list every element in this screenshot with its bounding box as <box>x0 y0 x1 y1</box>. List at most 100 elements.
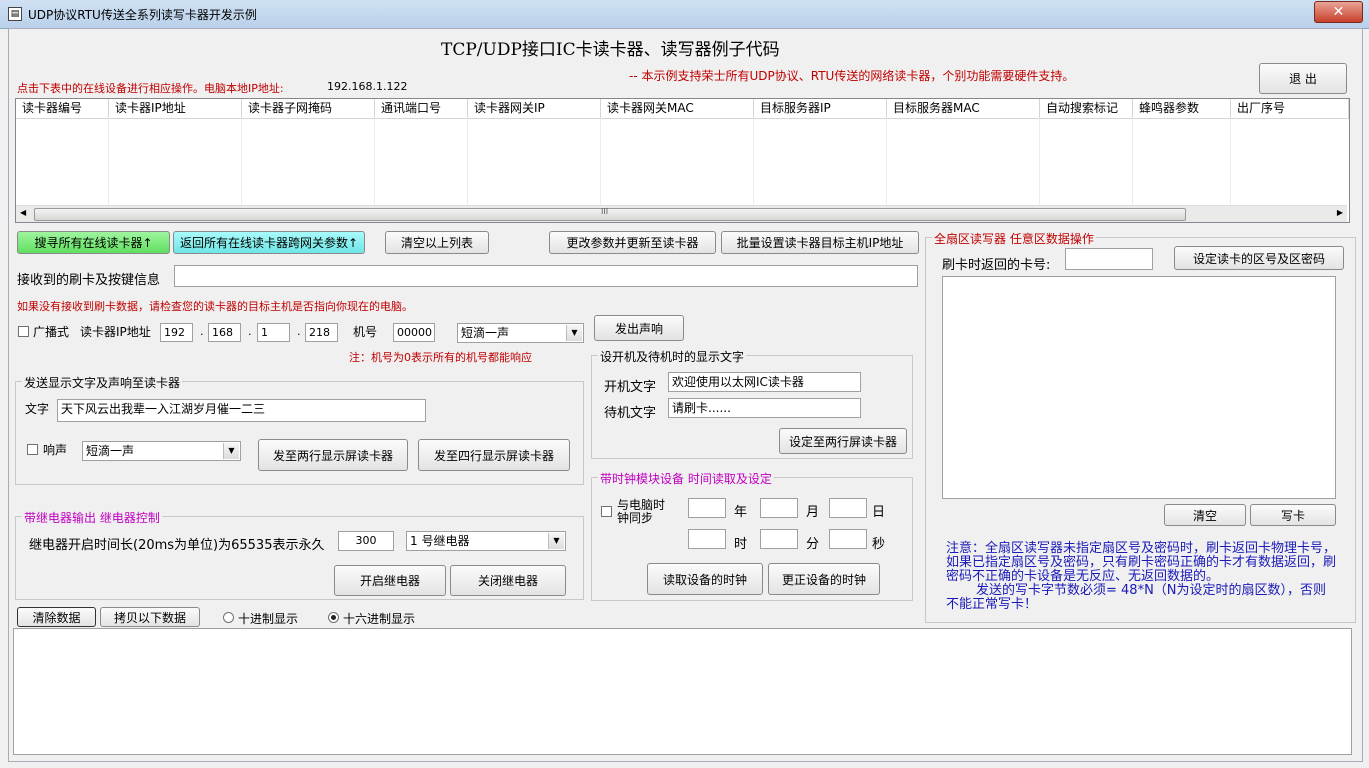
column-header[interactable]: 出厂序号 <box>1231 99 1349 118</box>
column-header[interactable]: 目标服务器MAC <box>887 99 1040 118</box>
ip-octet-3[interactable]: 1 <box>257 323 290 342</box>
sector-data-area[interactable] <box>942 276 1336 499</box>
decimal-radio[interactable] <box>223 612 234 623</box>
chevron-down-icon[interactable]: ▼ <box>548 533 564 549</box>
clear-sector-button[interactable]: 清空 <box>1164 504 1246 526</box>
column-header[interactable]: 读卡器网关IP <box>468 99 601 118</box>
sound-select-value: 短滴一声 <box>86 444 135 458</box>
display-text-field[interactable]: 天下风云出我辈一入江湖岁月催一二三 <box>57 399 426 422</box>
update-params-button[interactable]: 更改参数并更新至读卡器 <box>549 231 716 254</box>
set-clock-button[interactable]: 更正设备的时钟 <box>768 563 880 595</box>
column-header[interactable]: 读卡器子网掩码 <box>242 99 375 118</box>
standby-text-label: 待机文字 <box>604 406 657 421</box>
local-ip: 192.168.1.122 <box>327 80 408 93</box>
set-boot-text-button[interactable]: 设定至两行屏读卡器 <box>779 428 907 454</box>
send-two-line-button[interactable]: 发至两行显示屏读卡器 <box>258 439 408 471</box>
month-unit: 月 <box>806 505 820 520</box>
column-header[interactable]: 蜂鸣器参数 <box>1133 99 1231 118</box>
boot-group-title: 设开机及待机时的显示文字 <box>598 348 747 365</box>
sound-label: 响声 <box>43 443 68 457</box>
boot-text-label: 开机文字 <box>604 380 657 395</box>
return-gateway-params-button[interactable]: 返回所有在线读卡器跨网关参数↑ <box>173 231 365 254</box>
relay-duration-field[interactable]: 300 <box>338 531 394 551</box>
app-icon: ▤ <box>8 7 22 21</box>
text-label: 文字 <box>25 402 50 416</box>
column-header[interactable]: 读卡器IP地址 <box>109 99 242 118</box>
open-relay-button[interactable]: 开启继电器 <box>334 565 446 596</box>
relay-select[interactable]: 1 号继电器 ▼ <box>406 531 566 551</box>
hint-right: -- 本示例支持荣士所有UDP协议、RTU传送的网络读卡器，个别功能需要硬件支持… <box>629 69 1075 83</box>
display-group-title: 发送显示文字及声响至读卡器 <box>22 374 183 391</box>
search-readers-button[interactable]: 搜寻所有在线读卡器↑ <box>17 231 170 254</box>
client-area: TCP/UDP接口IC卡读卡器、读写器例子代码 点击下表中的在线设备进行相应操作… <box>8 28 1363 762</box>
table-header: 读卡器编号 读卡器IP地址 读卡器子网掩码 通讯端口号 读卡器网关IP 读卡器网… <box>16 99 1349 119</box>
column-header[interactable]: 读卡器网关MAC <box>601 99 754 118</box>
relay-duration-label: 继电器开启时间长(20ms为单位)为65535表示永久 <box>29 538 325 553</box>
column-header[interactable]: 自动搜索标记 <box>1040 99 1133 118</box>
boot-text-group: 设开机及待机时的显示文字 开机文字 欢迎使用以太网IC读卡器 待机文字 请刷卡.… <box>591 348 913 459</box>
standby-text-field[interactable]: 请刷卡...... <box>668 398 861 418</box>
sound-select[interactable]: 短滴一声 ▼ <box>82 441 241 461</box>
clock-group-title: 带时钟模块设备 时间读取及设定 <box>598 470 774 487</box>
minute-field[interactable] <box>760 529 798 549</box>
sound-checkbox[interactable] <box>27 444 38 455</box>
machine-no-label: 机号 <box>353 325 378 339</box>
ip-separator: . <box>200 325 204 338</box>
chevron-down-icon[interactable]: ▼ <box>223 443 239 459</box>
close-button[interactable]: ✕ <box>1314 1 1363 23</box>
second-field[interactable] <box>829 529 867 549</box>
read-clock-button[interactable]: 读取设备的时钟 <box>647 563 763 595</box>
set-sector-key-button[interactable]: 设定读卡的区号及区密码 <box>1174 246 1344 270</box>
chevron-down-icon[interactable]: ▼ <box>566 325 582 341</box>
page-title: TCP/UDP接口IC卡读卡器、读写器例子代码 <box>441 40 780 60</box>
log-area[interactable] <box>13 628 1352 755</box>
sector-note-2: 发送的写卡字节数必须= 48*N（N为设定时的扇区数），否则不能正常写卡！ <box>946 583 1327 612</box>
receive-label: 接收到的刷卡及按键信息 <box>17 273 161 288</box>
column-header[interactable]: 目标服务器IP <box>754 99 887 118</box>
machine-no-field[interactable]: 00000 <box>393 323 435 342</box>
display-group: 发送显示文字及声响至读卡器 文字 天下风云出我辈一入江湖岁月催一二三 响声 短滴… <box>15 374 584 485</box>
scroll-thumb[interactable]: III <box>34 207 1186 221</box>
sector-note: 注意：全扇区读写器未指定扇区号及密码时，刷卡返回卡物理卡号，如果已指定扇区号及密… <box>946 541 1337 584</box>
machine-note: 注：机号为0表示所有的机号都能响应 <box>349 351 532 364</box>
receive-field[interactable] <box>174 265 918 287</box>
hex-label: 十六进制显示 <box>343 612 416 626</box>
beep-type-select[interactable]: 短滴一声 ▼ <box>457 323 584 343</box>
copy-log-button[interactable]: 拷贝以下数据 <box>100 607 200 627</box>
day-field[interactable] <box>829 498 867 518</box>
title-bar: ▤ UDP协议RTU传送全系列读写卡器开发示例 ✕ <box>0 0 1369 29</box>
scroll-grip-icon: III <box>601 207 609 216</box>
receive-warning: 如果没有接收到刷卡数据，请检查您的读卡器的目标主机是否指向你现在的电脑。 <box>17 300 413 313</box>
clear-list-button[interactable]: 清空以上列表 <box>385 231 489 254</box>
write-card-button[interactable]: 写卡 <box>1250 504 1336 526</box>
scroll-right-icon[interactable]: ▶ <box>1337 208 1343 217</box>
close-relay-button[interactable]: 关闭继电器 <box>450 565 566 596</box>
year-field[interactable] <box>688 498 726 518</box>
scroll-left-icon[interactable]: ◀ <box>20 208 26 217</box>
ip-octet-4[interactable]: 218 <box>305 323 338 342</box>
ip-separator: . <box>248 325 252 338</box>
ip-octet-2[interactable]: 168 <box>208 323 241 342</box>
batch-set-target-ip-button[interactable]: 批量设置读卡器目标主机IP地址 <box>721 231 919 254</box>
broadcast-checkbox[interactable] <box>18 326 29 337</box>
hour-field[interactable] <box>688 529 726 549</box>
hex-radio[interactable] <box>328 612 339 623</box>
horizontal-scrollbar[interactable]: ◀ III ▶ <box>16 205 1347 222</box>
month-field[interactable] <box>760 498 798 518</box>
ip-octet-1[interactable]: 192 <box>160 323 193 342</box>
exit-button[interactable]: 退 出 <box>1259 63 1347 94</box>
card-number-field[interactable] <box>1065 248 1153 270</box>
year-unit: 年 <box>734 505 748 520</box>
send-four-line-button[interactable]: 发至四行显示屏读卡器 <box>418 439 570 471</box>
broadcast-label: 广播式 <box>33 325 70 339</box>
clear-log-button[interactable]: 清除数据 <box>17 607 96 627</box>
column-header[interactable]: 通讯端口号 <box>375 99 468 118</box>
boot-text-field[interactable]: 欢迎使用以太网IC读卡器 <box>668 372 861 392</box>
column-header[interactable]: 读卡器编号 <box>16 99 109 118</box>
day-unit: 日 <box>872 505 886 520</box>
device-table[interactable]: 读卡器编号 读卡器IP地址 读卡器子网掩码 通讯端口号 读卡器网关IP 读卡器网… <box>15 98 1350 223</box>
hint-left: 点击下表中的在线设备进行相应操作。电脑本地IP地址: <box>17 82 284 95</box>
beep-button[interactable]: 发出声响 <box>594 315 684 341</box>
sync-clock-checkbox[interactable] <box>601 506 612 517</box>
reader-ip-label: 读卡器IP地址 <box>80 325 151 339</box>
